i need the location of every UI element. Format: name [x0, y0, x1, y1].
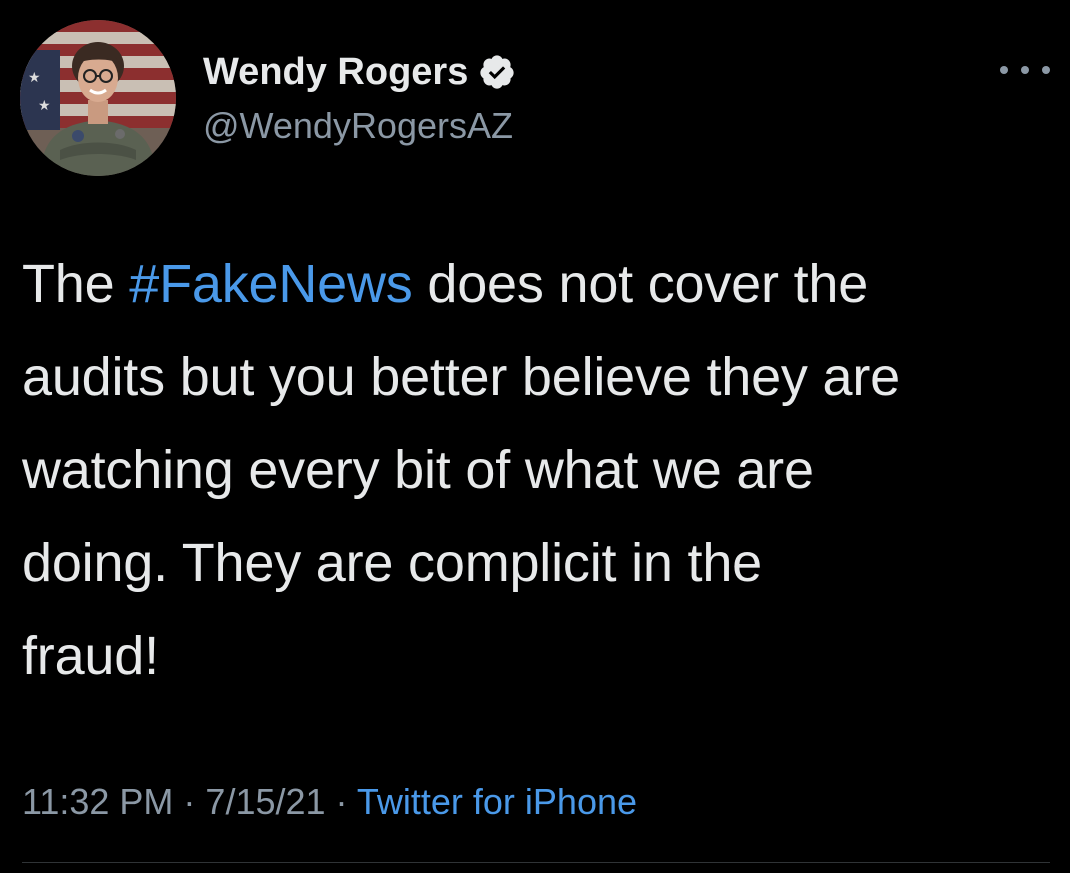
tweet-text-line: watching every bit of what we are	[22, 440, 814, 500]
tweet-source-link[interactable]: Twitter for iPhone	[357, 781, 637, 822]
more-horizontal-icon	[1000, 66, 1008, 74]
meta-separator: ·	[173, 781, 206, 822]
svg-text:★: ★	[38, 98, 51, 114]
more-horizontal-icon	[1021, 66, 1029, 74]
svg-text:★: ★	[28, 70, 41, 86]
tweet-date[interactable]: 7/15/21	[205, 781, 325, 822]
tweet-text-segment: The	[22, 254, 130, 314]
profile-photo: ★ ★	[20, 20, 176, 176]
tweet-time[interactable]: 11:32 PM	[22, 781, 173, 822]
verified-badge-icon	[478, 53, 516, 91]
tweet-text-line: doing. They are complicit in the	[22, 533, 763, 593]
avatar[interactable]: ★ ★	[20, 20, 176, 176]
tweet: ★ ★ Wendy Rogers @WendyRogersAZ The #Fak…	[0, 0, 1070, 873]
divider	[22, 862, 1050, 863]
tweet-text-segment: does not cover the	[412, 254, 869, 314]
tweet-text-line: audits but you better believe they are	[22, 347, 900, 407]
tweet-text-line: The #FakeNews does not cover the	[22, 238, 1062, 331]
more-options-button[interactable]	[1000, 55, 1050, 85]
author-name-row[interactable]: Wendy Rogers	[203, 48, 516, 96]
tweet-text: The #FakeNews does not cover the audits …	[22, 238, 1062, 703]
author-name[interactable]: Wendy Rogers	[203, 48, 468, 96]
tweet-text-line: fraud!	[22, 626, 159, 686]
more-horizontal-icon	[1042, 66, 1050, 74]
hashtag-link[interactable]: #FakeNews	[129, 254, 413, 314]
tweet-meta: 11:32 PM · 7/15/21 · Twitter for iPhone	[22, 776, 637, 828]
meta-separator: ·	[325, 781, 357, 822]
author-handle[interactable]: @WendyRogersAZ	[203, 104, 513, 148]
